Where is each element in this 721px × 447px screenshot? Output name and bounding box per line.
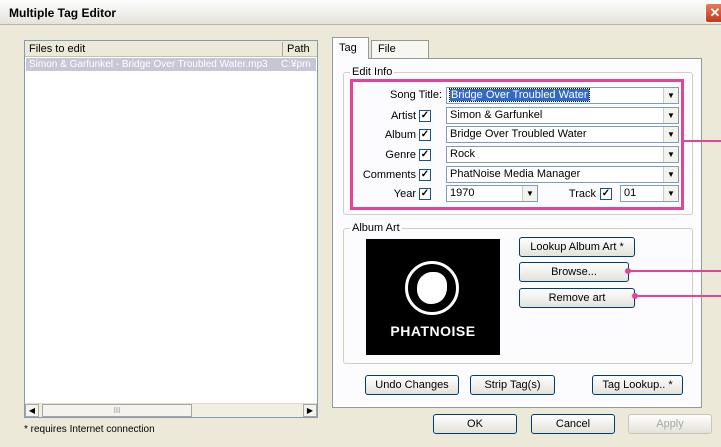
browse-button[interactable]: Browse... (519, 262, 629, 282)
artist-value: Simon & Garfunkel (450, 109, 543, 121)
close-icon: ✕ (709, 5, 721, 20)
scroll-grip-icon: III (113, 406, 121, 415)
album-art-image: PHATNOISE (366, 239, 500, 355)
chevron-down-icon[interactable]: ▼ (663, 88, 678, 103)
track-checkbox[interactable]: ✓ (600, 188, 612, 200)
callout-line-browse (628, 270, 721, 272)
song-title-combo[interactable]: Bridge Over Troubled Water ▼ (446, 87, 679, 104)
internet-footnote: * requires Internet connection (24, 424, 155, 435)
scroll-right-button[interactable]: ▶ (303, 404, 317, 417)
genre-label: Genre (385, 149, 416, 161)
tag-lookup-button[interactable]: Tag Lookup.. * (592, 375, 683, 395)
chevron-down-icon[interactable]: ▼ (522, 186, 537, 201)
year-checkbox[interactable]: ✓ (419, 188, 431, 200)
chevron-down-icon[interactable]: ▼ (663, 147, 678, 162)
strip-tags-button[interactable]: Strip Tag(s) (470, 375, 555, 395)
album-value: Bridge Over Troubled Water (450, 128, 587, 140)
list-item[interactable]: Simon & Garfunkel - Bridge Over Troubled… (26, 58, 316, 71)
edit-info-label: Edit Info (350, 66, 395, 78)
comments-checkbox[interactable]: ✓ (419, 169, 431, 181)
year-value: 1970 (450, 187, 475, 199)
genre-value: Rock (450, 148, 476, 160)
column-files-to-edit[interactable]: Files to edit (25, 42, 283, 56)
window-title: Multiple Tag Editor (9, 6, 117, 20)
chevron-down-icon[interactable]: ▼ (663, 127, 678, 142)
chevron-down-icon[interactable]: ▼ (663, 108, 678, 123)
artist-combo[interactable]: Simon & Garfunkel ▼ (446, 107, 679, 124)
track-label: Track (568, 188, 596, 200)
remove-art-button[interactable]: Remove art (519, 288, 635, 308)
year-label: Year (393, 188, 416, 200)
callout-line-edit-info (684, 140, 721, 142)
album-label: Album (384, 129, 416, 141)
year-combo[interactable]: 1970 ▼ (446, 185, 538, 202)
artist-checkbox[interactable]: ✓ (419, 110, 431, 122)
comments-combo[interactable]: PhatNoise Media Manager ▼ (446, 166, 679, 183)
scroll-left-icon: ◀ (28, 406, 36, 415)
check-icon: ✓ (420, 110, 430, 121)
apply-button[interactable]: Apply (628, 414, 712, 434)
list-header: Files to edit Path (25, 41, 317, 57)
chevron-down-icon[interactable]: ▼ (663, 167, 678, 182)
file-path: C:¥pm (281, 59, 311, 70)
check-icon: ✓ (420, 129, 430, 140)
album-checkbox[interactable]: ✓ (419, 129, 431, 141)
song-title-label: Song Title: (390, 89, 442, 101)
phatnoise-logo-icon (405, 261, 459, 315)
logo-wordmark: PHATNOISE (390, 323, 476, 339)
artist-label: Artist (390, 110, 416, 122)
check-icon: ✓ (420, 188, 430, 199)
column-path[interactable]: Path (283, 42, 317, 56)
album-combo[interactable]: Bridge Over Troubled Water ▼ (446, 126, 679, 143)
album-art-label: Album Art (350, 222, 402, 234)
scroll-thumb[interactable]: III (42, 404, 192, 417)
ok-button[interactable]: OK (433, 414, 517, 434)
cancel-button[interactable]: Cancel (531, 414, 615, 434)
title-bar[interactable]: Multiple Tag Editor ✕ (0, 0, 721, 25)
comments-label: Comments (362, 169, 416, 181)
undo-changes-button[interactable]: Undo Changes (365, 375, 459, 395)
callout-line-remove (635, 295, 721, 297)
files-list[interactable]: Files to edit Path Simon & Garfunkel - B… (24, 40, 318, 418)
lookup-album-art-button[interactable]: Lookup Album Art * (519, 237, 635, 257)
horizontal-scrollbar[interactable]: ◀ III ▶ (25, 403, 317, 417)
genre-combo[interactable]: Rock ▼ (446, 146, 679, 163)
tab-file-name[interactable]: File Name (371, 40, 429, 72)
comments-value: PhatNoise Media Manager (450, 168, 581, 180)
track-combo[interactable]: 01 ▼ (620, 185, 679, 202)
close-button[interactable]: ✕ (705, 3, 721, 23)
chevron-down-icon[interactable]: ▼ (663, 186, 678, 201)
logo-figure (417, 272, 447, 304)
genre-checkbox[interactable]: ✓ (419, 149, 431, 161)
scroll-right-icon: ▶ (306, 406, 314, 415)
check-icon: ✓ (601, 188, 611, 199)
tab-tag[interactable]: Tag (332, 37, 369, 59)
track-value: 01 (624, 187, 637, 199)
check-icon: ✓ (420, 169, 430, 180)
song-title-value: Bridge Over Troubled Water (449, 88, 590, 102)
check-icon: ✓ (420, 149, 430, 160)
scroll-left-button[interactable]: ◀ (25, 404, 39, 417)
file-name: Simon & Garfunkel - Bridge Over Troubled… (29, 59, 268, 70)
